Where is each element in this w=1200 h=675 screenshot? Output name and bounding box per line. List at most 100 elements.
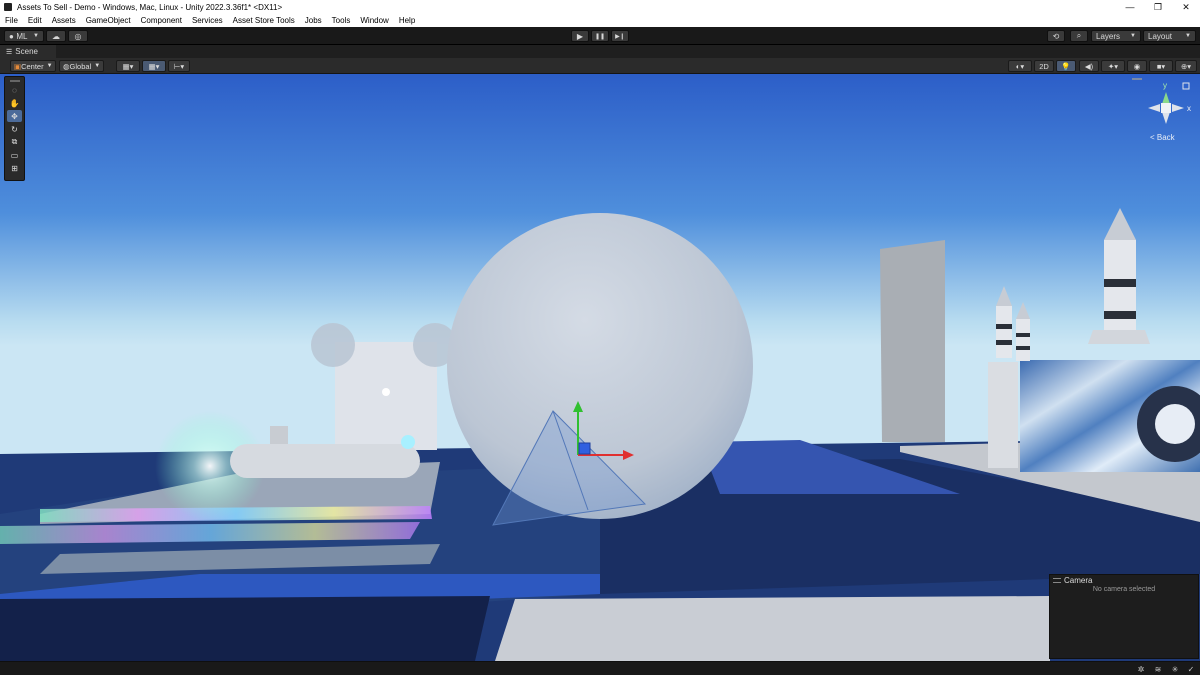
menu-asset-store-tools[interactable]: Asset Store Tools [233,16,295,25]
tab-scene-label: Scene [15,47,38,56]
speaker-icon: ◀) [1084,61,1094,71]
bug-icon[interactable]: ✲ [1136,664,1146,674]
hand-tool-button[interactable]: ✋ [7,97,22,109]
ground-tile [495,596,1050,661]
layers-stack-icon[interactable]: ≋ [1153,664,1163,674]
step-button[interactable]: ▶❙ [611,30,629,42]
shading-sphere-icon: ◐▾ [1015,61,1025,71]
layers-dropdown[interactable]: Layers ▼ [1091,30,1141,42]
rotate-icon: ↻ [11,124,18,134]
scene-viewport[interactable]: y x [0,74,1200,661]
grid-toggle-button[interactable]: ▦▾ [116,60,140,72]
ruler-icon: ⊢▾ [173,61,185,71]
rocket-stripe [1016,333,1030,337]
hamburger-icon: ☰ [6,48,13,56]
account-dropdown[interactable]: ● ML ▼ [4,30,44,42]
undo-history-button[interactable]: ⟲ [1047,30,1065,42]
hand-icon: ✋ [9,98,20,108]
pivot-label: Center [21,61,44,71]
menu-assets[interactable]: Assets [52,16,76,25]
move-tool-button[interactable]: ✥ [7,110,22,122]
sparkle-sphere [311,323,355,367]
transform-icon: ⊞ [11,163,18,173]
cloud-icon: ☁ [52,31,60,41]
menu-tools[interactable]: Tools [332,16,351,25]
chevron-down-icon: ▼ [1130,33,1136,39]
settings-icon[interactable]: ✳ [1170,664,1180,674]
hidden-objects-toggle[interactable]: ◉ [1127,60,1147,72]
window-title: Assets To Sell - Demo - Windows, Mac, Li… [17,2,283,12]
pillar [988,362,1018,468]
view-tool-icon: ◌ [12,85,17,95]
snap-toggle-button[interactable]: ▦▾ [142,60,166,72]
rect-icon: ▭ [10,150,19,160]
layout-dropdown[interactable]: Layout ▼ [1143,30,1196,42]
status-bar: ✲ ≋ ✳ ✓ [0,661,1200,675]
gizmo-grip[interactable] [1132,78,1142,80]
play-icon: ▶ [576,31,584,41]
lighting-toggle-button[interactable]: 💡 [1056,60,1076,72]
rocket-stripe [1104,279,1136,287]
transform-tool-button[interactable]: ⊞ [7,162,22,174]
propeller-glow [401,435,415,449]
search-icon: ⌕ [1076,31,1082,40]
collab-button[interactable]: ◎ [68,30,88,42]
camera-settings-dropdown[interactable]: ■▾ [1149,60,1173,72]
grid-icon: ▦▾ [122,61,134,71]
move-arrows-icon: ✥ [11,111,18,121]
play-button[interactable]: ▶ [571,30,589,42]
menu-window[interactable]: Window [360,16,388,25]
chevron-down-icon: ▼ [1185,33,1191,39]
scene-render: y x [0,74,1200,661]
gizmo-view-label[interactable]: < Back [1150,133,1175,142]
shading-mode-dropdown[interactable]: ◐▾ [1008,60,1032,72]
pivot-icon: ▣ [14,61,22,71]
toggle-2d-button[interactable]: 2D [1034,60,1054,72]
pivot-rotation-dropdown[interactable]: ◍ Global ▼ [59,60,104,72]
increment-snap-button[interactable]: ⊢▾ [168,60,190,72]
account-label: ML [16,31,28,41]
camera-overlay-header[interactable]: Camera [1050,575,1198,585]
rocket-stripe [1016,346,1030,350]
periscope [270,426,288,446]
search-button[interactable]: ⌕ [1070,30,1088,42]
panel-grip[interactable] [9,80,20,82]
effects-dropdown[interactable]: ✦▾ [1101,60,1125,72]
scale-tool-button[interactable]: ⧉ [7,136,22,148]
gizmos-icon: ⊕▾ [1180,61,1192,71]
move-handle-xy-plane[interactable] [578,442,591,455]
lightbulb-icon: 💡 [1061,61,1071,71]
minimize-button[interactable]: — [1116,0,1144,14]
eye-slash-icon: ◉ [1133,61,1141,71]
menu-component[interactable]: Component [141,16,182,25]
scene-tools-panel: ◌ ✋ ✥ ↻ ⧉ ▭ ⊞ [4,76,25,181]
menu-services[interactable]: Services [192,16,223,25]
chevron-down-icon: ▼ [94,63,101,69]
rocket-body [1016,319,1030,361]
drag-handle-icon[interactable] [1053,577,1061,583]
menu-jobs[interactable]: Jobs [305,16,322,25]
camera-overlay-message: No camera selected [1092,586,1156,593]
menu-gameobject[interactable]: GameObject [86,16,131,25]
menu-edit[interactable]: Edit [28,16,42,25]
scale-icon: ⧉ [11,137,18,146]
rect-tool-button[interactable]: ▭ [7,149,22,161]
step-icon: ▶❙ [615,33,625,40]
pivot-mode-dropdown[interactable]: ▣ Center ▼ [10,60,56,72]
rotate-tool-button[interactable]: ↻ [7,123,22,135]
restore-button[interactable]: ❐ [1144,0,1172,14]
history-icon: ⟲ [1052,31,1060,41]
menu-help[interactable]: Help [399,16,415,25]
cloud-button[interactable]: ☁ [46,30,66,42]
pause-button[interactable]: ❚❚ [591,30,609,42]
check-circle-icon[interactable]: ✓ [1186,664,1196,674]
main-toolbar: ● ML ▼ ☁ ◎ ▶ ❚❚ ▶❙ ⟲ ⌕ Layers ▼ Layout ▼ [0,27,1200,45]
menu-file[interactable]: File [5,16,18,25]
close-button[interactable]: ✕ [1172,0,1200,14]
view-tool-button[interactable]: ◌ [7,84,22,96]
rocket-body [996,306,1012,358]
chevron-down-icon: ▼ [33,33,39,39]
gizmos-dropdown[interactable]: ⊕▾ [1175,60,1197,72]
tab-scene[interactable]: ☰ Scene [0,45,56,58]
audio-toggle-button[interactable]: ◀) [1079,60,1099,72]
